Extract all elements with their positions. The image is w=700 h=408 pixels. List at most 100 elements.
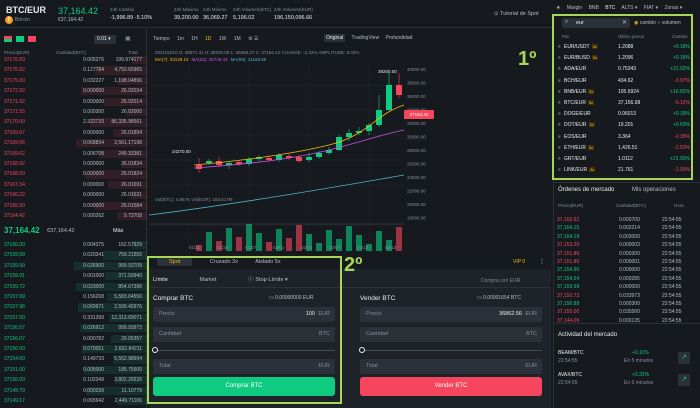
ask-row[interactable]: 37172.92 0.000000 26.02034: [0, 87, 147, 96]
bid-total: 854.67396: [118, 283, 142, 290]
bid-row[interactable]: 37149.17 0.065942 2,449.71106: [0, 397, 147, 406]
book-asks-icon[interactable]: [28, 36, 36, 42]
bid-total: 759.21555: [118, 252, 142, 259]
nav-bnb[interactable]: BNB: [589, 5, 599, 11]
candle-body: [396, 85, 402, 95]
book-both-icon[interactable]: [4, 36, 12, 42]
bid-total: 11.10779: [121, 387, 142, 394]
ask-row[interactable]: 37171.92 0.000000 26.02014: [0, 97, 147, 106]
bid-row[interactable]: 37157.99 0.156208 5,583.64556: [0, 293, 147, 302]
ask-row[interactable]: 37175.00 0.032227 1,198.04896: [0, 76, 147, 86]
bid-row[interactable]: 37157.00 0.331399 12,313.69071: [0, 313, 147, 323]
sell-qty-field[interactable]: Cantidad BTC: [360, 327, 542, 342]
ask-row[interactable]: 37169.62 0.006708 249.33381: [0, 149, 147, 158]
trade-row: 37,154.90 0.000000 22:54:55: [557, 266, 695, 274]
ask-row[interactable]: 37166.22 0.000000 26.01631: [0, 191, 147, 200]
ask-row[interactable]: 37171.55 0.000300 26.02000: [0, 108, 147, 117]
ask-row[interactable]: 37169.66 0.068834 2,561.17198: [0, 139, 147, 148]
sell-price-field[interactable]: Precio 36862.56 EUR: [360, 307, 542, 322]
nav-btc[interactable]: BTC: [605, 5, 615, 11]
highlight-trade: [147, 256, 342, 404]
bid-row[interactable]: 37159.72 0.023000 854.67396: [0, 282, 147, 291]
ask-total: 249.33381: [118, 150, 142, 157]
tab-1mo[interactable]: 1M: [234, 36, 241, 42]
x-tick: 02/01: [273, 245, 285, 250]
bid-price: 37159.99: [4, 262, 25, 269]
view-depth[interactable]: Profundidad: [385, 35, 412, 41]
nav-fiat[interactable]: FIAT ▾: [644, 5, 658, 11]
volume-bar: [316, 243, 322, 251]
candle-body: [196, 165, 202, 169]
ask-row[interactable]: 37169.67 0.000000 26.01894: [0, 128, 147, 138]
bid-row[interactable]: 37156.07 0.000782 29.05357: [0, 334, 147, 343]
ask-row[interactable]: 37170.00 2.322733 86,335.98561: [0, 118, 147, 127]
ask-row[interactable]: 37164.42 0.000262 9.73708: [0, 212, 147, 221]
ma25: MA(25): 26749.43: [191, 57, 228, 62]
view-tradingview[interactable]: TradingView: [352, 35, 380, 41]
tutorial-link[interactable]: ⊙ Tutorial de Spot: [494, 11, 539, 17]
tab-1h[interactable]: 1H: [191, 36, 197, 42]
activity-row[interactable]: BEAM/BTC 22:54:55 +3.11% En 5 minutos ↗: [558, 350, 694, 370]
nav-margin[interactable]: Margin: [567, 5, 582, 11]
bid-row[interactable]: 37159.91 0.001000 371.59940: [0, 272, 147, 281]
more-icon[interactable]: ⋮: [539, 258, 545, 265]
symbol-title[interactable]: BTC/EUR: [6, 5, 46, 15]
bid-row[interactable]: 37159.99 0.026900 999.93709: [0, 261, 147, 271]
tab-tiempo[interactable]: Tiempo: [153, 36, 170, 42]
more-link[interactable]: Más: [113, 228, 123, 234]
ask-total: 26.01824: [121, 171, 142, 178]
stat-low: 24h Mínimo 36,069.27: [203, 7, 228, 21]
bid-row[interactable]: 37160.00 0.004375 162.57929: [0, 241, 147, 250]
nav-alts[interactable]: ALTS ▾: [621, 5, 637, 11]
view-original[interactable]: Original: [324, 34, 346, 42]
trade-row: 37,164.15 0.002214 22:54:55: [557, 224, 695, 232]
bid-row[interactable]: 37150.00 0.102349 3,802.26535: [0, 376, 147, 385]
bid-row[interactable]: 37154.00 0.149733 5,562.98694: [0, 355, 147, 364]
ask-price: 37169.67: [4, 129, 25, 136]
sell-button[interactable]: Vender BTC: [360, 377, 542, 396]
bid-row[interactable]: 37149.79 0.000299 11.10779: [0, 386, 147, 395]
sell-slider-handle[interactable]: [359, 347, 365, 353]
price-chart-svg[interactable]: 40000.0038000.0036000.0034000.0032000.00…: [149, 65, 437, 251]
vip-badge[interactable]: VIP 0: [513, 259, 525, 265]
precision-select[interactable]: 0.01 ▾: [94, 35, 116, 44]
trade-time: 22:54:55: [662, 217, 682, 223]
ask-price: 37167.34: [4, 181, 25, 188]
annotation-one: 1º: [518, 48, 537, 70]
ask-row[interactable]: 37168.00 0.000000 26.01824: [0, 170, 147, 179]
sell-total-field[interactable]: Total EUR: [360, 359, 542, 374]
sell-slider[interactable]: [360, 350, 542, 351]
bid-row[interactable]: 37156.57 0.026912 999.93973: [0, 324, 147, 333]
bid-row[interactable]: 37156.00 0.070051 2,602.84211: [0, 345, 147, 354]
ask-row[interactable]: 37167.34 0.000000 26.01691: [0, 180, 147, 190]
bid-row[interactable]: 37151.00 0.005000 185.75500: [0, 365, 147, 375]
candle-body: [296, 157, 302, 161]
ask-row[interactable]: 37165.00 0.000000 26.01584: [0, 201, 147, 210]
bid-row[interactable]: 37157.96 0.069971 2,599.42976: [0, 303, 147, 312]
ask-qty: 0.000000: [83, 98, 104, 105]
bid-price: 37156.07: [4, 335, 25, 342]
bid-qty: 0.001000: [83, 273, 104, 280]
chart-settings-icon[interactable]: ⚙ ☰: [248, 36, 258, 42]
star-icon[interactable]: ★: [556, 5, 560, 11]
annotation-two: 2º: [344, 254, 363, 276]
sell-balance: ▭ 0.00001654 BTC: [477, 295, 521, 301]
ask-row[interactable]: 37176.82 0.127784 4,750.65965: [0, 66, 147, 75]
bid-price: 37157.96: [4, 304, 25, 311]
settings-icon[interactable]: ▣: [125, 35, 131, 42]
tab-market-trades[interactable]: Órdenes de mercado: [558, 187, 614, 193]
tab-1d[interactable]: 1D: [205, 36, 211, 42]
buy-with[interactable]: Compra con EUR: [481, 278, 520, 284]
ask-row[interactable]: 37176.83 0.005376 199.974177: [0, 56, 147, 65]
bid-row[interactable]: 37159.99 0.020341 759.21555: [0, 251, 147, 260]
tab-1w[interactable]: 1W: [219, 36, 227, 42]
symbol-subtitle[interactable]: Bitcoin: [15, 17, 30, 23]
nav-zonas[interactable]: Zonas ▾: [664, 5, 682, 11]
trend-up-icon: ↗: [678, 352, 690, 364]
book-bids-icon[interactable]: [16, 36, 24, 42]
activity-row[interactable]: AVAX/BTC 22:54:55 +3.31% En 5 minutos ↗: [558, 372, 694, 392]
tab-1m[interactable]: 1m: [177, 36, 184, 42]
tab-my-trades[interactable]: Mis operaciones: [632, 187, 676, 193]
ask-row[interactable]: 37168.92 0.000000 26.01834: [0, 160, 147, 169]
trade-price: 37,159.99: [557, 284, 580, 291]
